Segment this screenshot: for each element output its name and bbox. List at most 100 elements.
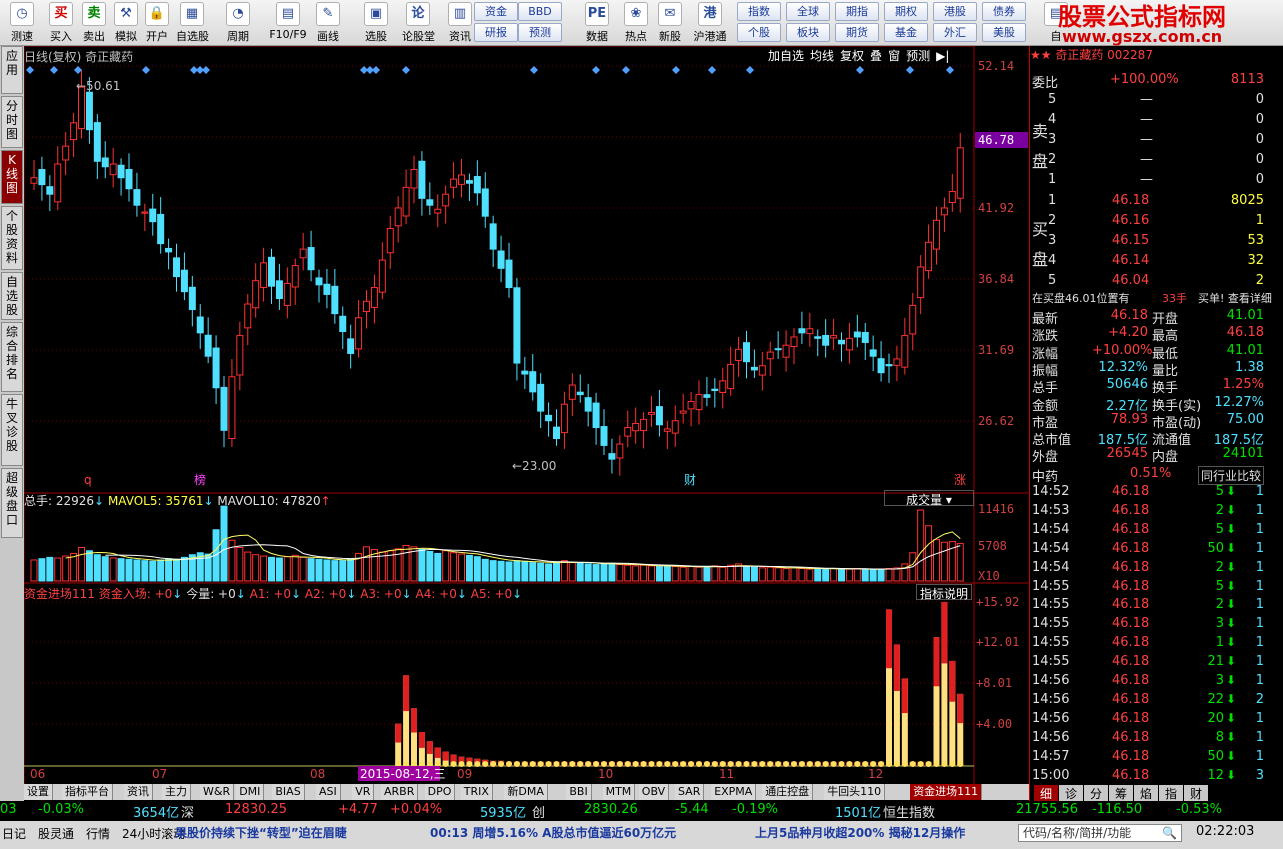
indicator-tab[interactable]: 资讯 xyxy=(124,784,153,800)
indicator-dot xyxy=(672,761,679,767)
indicator-tab[interactable]: OBV xyxy=(638,784,670,800)
toolbar-small-button[interactable]: 美股 xyxy=(982,23,1026,42)
tick-price: 46.18 xyxy=(1112,729,1150,745)
toolbar-button-news[interactable]: ▥ 资讯 xyxy=(444,2,476,44)
status-item[interactable]: 行情 xyxy=(86,825,110,842)
toolbar-button-grid[interactable]: ▦ 自选股 xyxy=(176,2,209,44)
news-ticker-1[interactable]: 果股价持续下挫“转型”迫在眉睫 xyxy=(175,824,347,841)
sidebar-tab-0[interactable]: 应用 xyxy=(1,46,23,94)
volume-indicator-select[interactable]: 成交量 ▾ xyxy=(884,490,974,507)
indicator-tab[interactable]: BIAS xyxy=(272,784,305,800)
industry-compare-button[interactable]: 同行业比较 xyxy=(1198,466,1265,485)
news-ticker-2[interactable]: 00:13 周增5.16% A股总市值逼近60万亿元 xyxy=(430,824,676,841)
toolbar-small-button[interactable]: 期货 xyxy=(835,23,879,42)
date-axis-label: 06 xyxy=(30,767,45,781)
toolbar-button-screen[interactable]: ▣ 选股 xyxy=(360,2,392,44)
indicator-tab[interactable]: EXPMA xyxy=(711,784,757,800)
toolbar-button-lock[interactable]: 🔒 开户 xyxy=(141,2,173,44)
indicator-tab[interactable]: BBI xyxy=(566,784,592,800)
toolbar-small-button[interactable]: 指数 xyxy=(737,2,781,21)
status-item[interactable]: 日记 xyxy=(2,825,26,842)
toolbar-small-button[interactable]: 期指 xyxy=(835,2,879,21)
indicator-tab[interactable]: 指标平台 xyxy=(62,784,113,800)
news-ticker-3[interactable]: 上月5品种月收超200% 揭秘12月操作 xyxy=(755,824,965,841)
toolbar-small-button[interactable]: 外汇 xyxy=(933,23,977,42)
panel-tab[interactable]: 诊 xyxy=(1059,785,1083,801)
toolbar-small-button[interactable]: BBD xyxy=(518,2,562,21)
toolbar-button-pen[interactable]: ✎ 画线 xyxy=(312,2,344,44)
candle-body xyxy=(196,316,204,334)
volume-bar xyxy=(885,568,893,582)
status-item[interactable]: 股灵通 xyxy=(38,825,74,842)
toolbar-small-button[interactable]: 研报 xyxy=(474,23,518,42)
stat-label: 最高 xyxy=(1152,329,1179,345)
indicator-tab[interactable]: 牛回头110 xyxy=(824,784,886,800)
sidebar-tab-5[interactable]: 综合排名 xyxy=(1,322,23,392)
indicator-tab[interactable]: ARBR xyxy=(381,784,419,800)
panel-tab[interactable]: 指 xyxy=(1159,785,1183,801)
indicator-tab[interactable]: 新DMA xyxy=(504,784,548,800)
panel-tab[interactable]: 焰 xyxy=(1134,785,1158,801)
kline-chart-area[interactable]: 日线(复权) 奇正藏药 加自选均线复权叠窗预测▶| 52.1446.7841.9… xyxy=(24,46,1028,806)
toolbar-small-button[interactable]: 板块 xyxy=(786,23,830,42)
toolbar-button-new-stock[interactable]: ✉ 新股 xyxy=(654,2,686,44)
indicator-tab[interactable]: DPO xyxy=(424,784,456,800)
toolbar-button-buy[interactable]: 买买入 xyxy=(45,2,77,44)
volume-bar xyxy=(703,566,711,582)
toolbar-button-cycle[interactable]: ◔ 周期 xyxy=(222,2,254,44)
toolbar-small-button[interactable]: 期权 xyxy=(884,2,928,21)
panel-tab[interactable]: 细 xyxy=(1034,785,1058,801)
search-input[interactable]: 代码/名称/简拼/功能 🔍 xyxy=(1018,824,1182,842)
toolbar-button-clock[interactable]: ◷ 测速 xyxy=(6,2,38,44)
toolbar-small-button[interactable]: 资金 xyxy=(474,2,518,21)
toolbar-button-sse-hkex[interactable]: 港沪港通 xyxy=(690,2,730,44)
indicator-tab[interactable]: ASI xyxy=(316,784,341,800)
sidebar-tab-1[interactable]: 分时图 xyxy=(1,96,23,148)
index-ticker-item: -116.50 xyxy=(1092,802,1143,817)
weibi-label: 委比 xyxy=(1032,76,1059,91)
indicator-tab[interactable]: TRIX xyxy=(460,784,493,800)
panel-tab[interactable]: 筹 xyxy=(1109,785,1133,801)
toolbar-button-forum[interactable]: 论论股堂 xyxy=(402,2,435,44)
panel-tab[interactable]: 分 xyxy=(1084,785,1108,801)
toolbar-button-sell[interactable]: 卖卖出 xyxy=(78,2,110,44)
index-ticker-item: -0.53% xyxy=(1176,802,1222,817)
price-axis-label: 52.14 xyxy=(978,59,1014,73)
down-arrow-icon: ⬇ xyxy=(1226,559,1237,574)
volume-bar xyxy=(62,555,70,582)
toolbar-button-f10[interactable]: ▤ F10/F9 xyxy=(266,2,310,44)
search-icon[interactable]: 🔍 xyxy=(1162,825,1177,841)
sidebar-tab-char: 图 xyxy=(5,127,18,141)
toolbar-button-hot[interactable]: ❀ 热点 xyxy=(620,2,652,44)
indicator-tab[interactable]: MTM xyxy=(602,784,636,800)
tick-volume: 2 xyxy=(1215,559,1224,575)
indicator-tab[interactable]: W&R xyxy=(200,784,235,800)
sidebar-tab-2[interactable]: K线图 xyxy=(1,150,23,204)
indicator-tab[interactable]: 主力 xyxy=(162,784,191,800)
indicator-explain-button[interactable]: 指标说明 xyxy=(916,584,972,601)
toolbar-button-hammer[interactable]: ⚒ 模拟 xyxy=(110,2,142,44)
sidebar-tab-6[interactable]: 牛叉诊股 xyxy=(1,394,23,466)
indicator-tab[interactable]: VR xyxy=(352,784,375,800)
sidebar-tab-3[interactable]: 个股资料 xyxy=(1,206,23,270)
indicator-dot xyxy=(846,761,853,767)
indicator-tab[interactable]: SAR xyxy=(675,784,705,800)
indicator-tab[interactable]: 设置 xyxy=(24,784,53,800)
volume-header: 总手: 22926↓ MAVOL5: 35761↓ MAVOL10: 47820… xyxy=(24,492,331,509)
sidebar-tab-7[interactable]: 超级盘口 xyxy=(1,468,23,538)
indicator-tab[interactable]: DMI xyxy=(236,784,265,800)
indicator-tab[interactable]: 资金进场111 xyxy=(910,784,983,800)
sidebar-tab-4[interactable]: 自选股 xyxy=(1,272,23,320)
toolbar-small-button[interactable]: 债券 xyxy=(982,2,1026,21)
panel-tab[interactable]: 财 xyxy=(1184,785,1208,801)
indicator-tab[interactable]: 通庄控盘 xyxy=(762,784,814,800)
volume-bar xyxy=(663,565,671,582)
toolbar-small-button[interactable]: 个股 xyxy=(737,23,781,42)
toolbar-small-button[interactable]: 预测 xyxy=(518,23,562,42)
toolbar-small-button[interactable]: 基金 xyxy=(884,23,928,42)
indicator-value-6: A4: +0 xyxy=(415,587,457,601)
toolbar-button-label: 论股堂 xyxy=(402,30,435,43)
toolbar-button-pe[interactable]: PE 数据 xyxy=(581,2,613,44)
toolbar-small-button[interactable]: 港股 xyxy=(933,2,977,21)
toolbar-small-button[interactable]: 全球 xyxy=(786,2,830,21)
